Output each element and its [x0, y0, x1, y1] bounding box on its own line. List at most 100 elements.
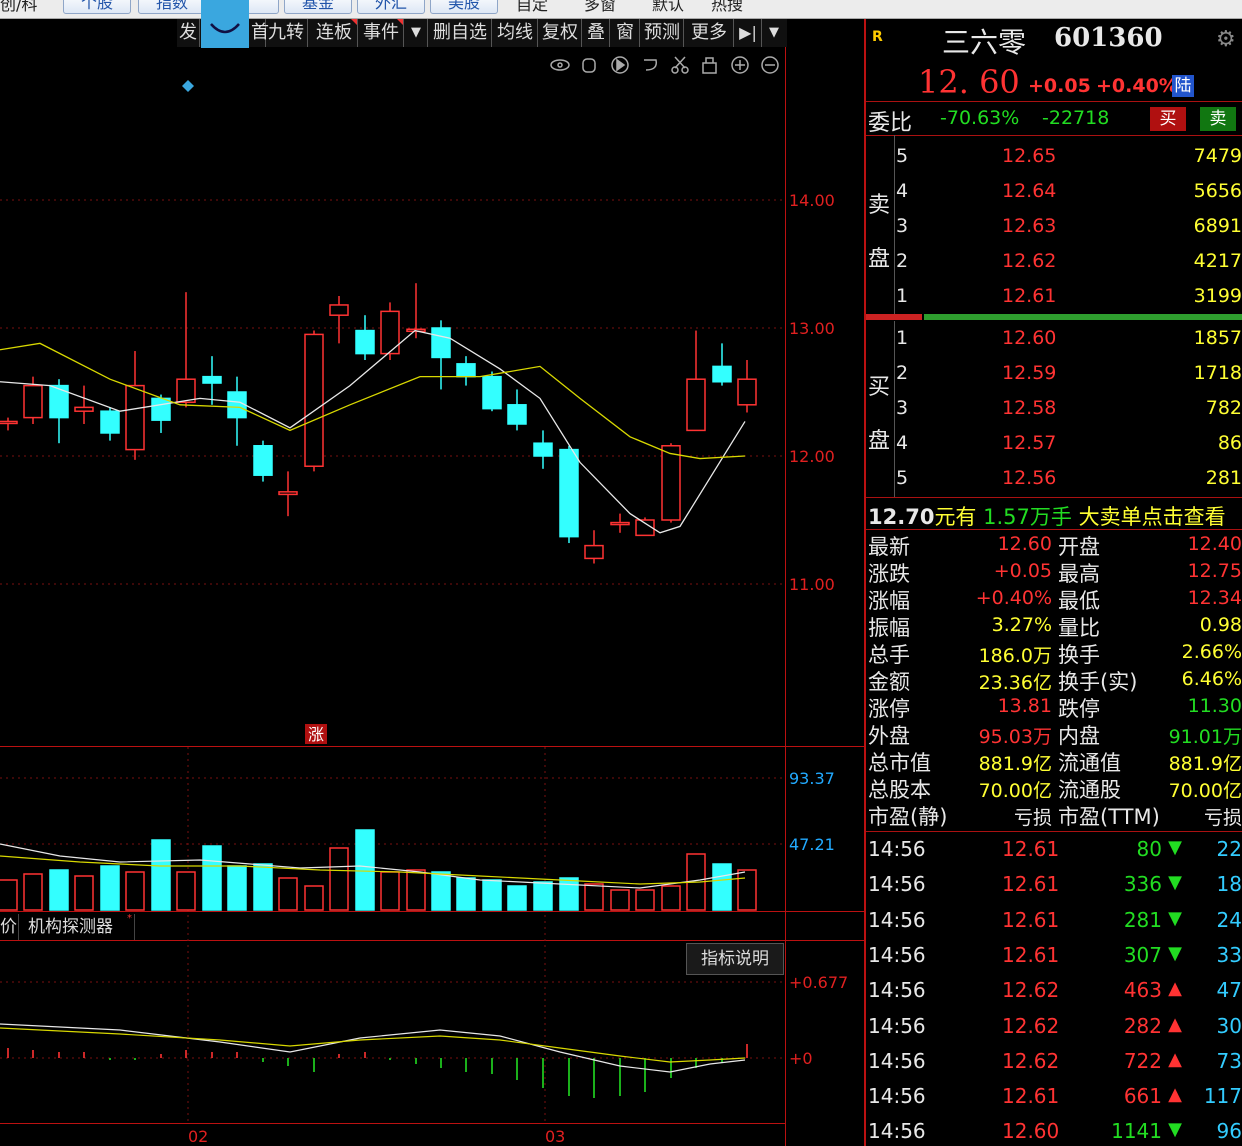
stat-label2-8: 流通值	[1058, 751, 1121, 775]
sell-button[interactable]: 卖	[1200, 107, 1236, 131]
macd-tick-zero: +0	[789, 1049, 813, 1068]
smile-app-icon[interactable]	[201, 0, 249, 48]
candle-body	[202, 375, 222, 384]
tick-volume: 463	[1123, 978, 1162, 1003]
candle-body	[584, 544, 604, 560]
price-tick-13: 13.00	[789, 319, 835, 338]
sell-volume-5: 7479	[1193, 145, 1242, 167]
stat-value2-7: 91.01万	[1168, 726, 1242, 748]
arrow-up-icon: ▲	[1168, 1048, 1182, 1070]
indicator-help-button[interactable]: 指标说明	[686, 943, 784, 975]
tick-time: 14:56	[868, 872, 926, 897]
volume-bar	[100, 865, 120, 911]
bid-ask-ratio-green	[924, 314, 1242, 320]
stat-label-0: 最新	[868, 535, 910, 559]
buy-side-label-1: 买	[868, 375, 891, 400]
stat-label-9: 总股本	[868, 778, 931, 802]
stat-value-7: 95.03万	[978, 726, 1052, 748]
stat-label-5: 金额	[868, 670, 910, 694]
stat-label2-5: 换手(实)	[1058, 670, 1138, 694]
volume-bar	[253, 863, 273, 911]
volume-tick-mid: 47.21	[789, 835, 835, 854]
zoom-in-icon[interactable]	[731, 56, 749, 74]
sell-level-3: 3	[896, 215, 909, 237]
tick-price: 12.61	[1002, 872, 1060, 897]
volume-bar	[329, 847, 349, 911]
tick-time: 14:56	[868, 942, 926, 967]
stat-label-10: 市盈(静)	[868, 805, 948, 829]
macd-dea-line	[0, 1027, 746, 1063]
arrow-down-icon: ▼	[1168, 1119, 1182, 1141]
arrow-up-icon: ▲	[1168, 1084, 1182, 1106]
candle-body	[737, 378, 757, 406]
tick-volume: 1141	[1111, 1119, 1162, 1144]
arrow-down-icon: ▼	[1168, 837, 1182, 858]
sell-level-1: 1	[896, 285, 909, 307]
candle-body	[176, 378, 196, 403]
tick-count: 24	[1216, 907, 1242, 932]
stat-value2-8: 881.9亿	[1168, 753, 1242, 775]
stat-value2-5: 6.46%	[1181, 668, 1242, 690]
candle-body	[304, 333, 324, 467]
candle-body	[278, 491, 298, 496]
volume-bar	[482, 879, 502, 911]
tick-count: 22	[1216, 837, 1242, 861]
indicator-tab-price[interactable]: 价	[0, 914, 19, 940]
gear-icon[interactable]: ⚙	[1216, 27, 1236, 52]
volume-bar	[202, 845, 222, 911]
stat-value-0: 12.60	[997, 533, 1052, 555]
arrow-up-icon: ▲	[1168, 1013, 1182, 1035]
scissors-icon[interactable]	[671, 56, 689, 74]
stat-value2-10: 亏损	[1203, 807, 1242, 829]
indicator-tab-institution-detector[interactable]: 机构探测器 *	[22, 914, 135, 940]
candle-body	[533, 442, 553, 457]
tick-volume: 722	[1123, 1048, 1162, 1073]
stock-change-pct: +0.40%	[1096, 75, 1178, 97]
event-diamond-marker[interactable]	[182, 80, 194, 92]
candle-body	[355, 329, 375, 355]
tick-volume: 281	[1123, 907, 1162, 932]
stat-value2-6: 11.30	[1187, 695, 1242, 717]
price-tick-12: 12.00	[789, 447, 835, 466]
stat-value-3: 3.27%	[991, 614, 1052, 636]
sell-price-3: 12.63	[1002, 215, 1057, 237]
date-tick-02: 02	[188, 1127, 208, 1146]
quote-panel: R 三六零 601360 ⚙ 12. 60 +0.05 +0.40% 陆 委比 …	[864, 19, 1242, 1146]
volume-bar	[227, 865, 247, 911]
hand-pan-icon[interactable]	[582, 58, 596, 73]
volume-bar	[176, 871, 196, 911]
candle-body	[74, 406, 94, 412]
stat-value-9: 70.00亿	[978, 780, 1052, 802]
volume-bar	[0, 879, 18, 911]
sell-price-1: 12.61	[1002, 285, 1057, 307]
undo-icon[interactable]	[644, 59, 658, 71]
bid-ask-ratio-red	[866, 314, 922, 320]
buy-side-label-2: 盘	[868, 429, 891, 454]
candle-body	[610, 521, 630, 526]
candle-body	[227, 391, 247, 419]
volume-bar	[431, 871, 451, 911]
big-order-banner[interactable]: 12.70元有 1.57万手 大卖单点击查看	[868, 501, 1226, 531]
lock-icon[interactable]	[702, 57, 717, 74]
play-icon[interactable]	[611, 56, 629, 74]
zoom-out-icon[interactable]	[761, 56, 779, 74]
stat-label2-6: 跌停	[1058, 697, 1100, 721]
volume-bar	[533, 881, 553, 911]
tick-time: 14:56	[868, 907, 926, 932]
stock-name: 三六零	[942, 26, 1027, 59]
volume-bar	[456, 877, 476, 911]
tick-count: 117	[1203, 1084, 1242, 1109]
buy-price-4: 12.57	[1002, 432, 1057, 454]
volume-bar	[125, 871, 145, 911]
buy-level-3: 3	[896, 397, 909, 419]
stat-label-7: 外盘	[868, 724, 910, 748]
buy-button[interactable]: 买	[1150, 107, 1186, 131]
price-tick-14: 14.00	[789, 191, 835, 210]
market-connect-badge: 陆	[1172, 75, 1194, 97]
volume-bar	[737, 869, 757, 911]
sell-volume-1: 3199	[1193, 285, 1242, 307]
eye-icon[interactable]	[550, 59, 570, 71]
stat-label2-4: 换手	[1058, 643, 1100, 667]
stat-label-3: 振幅	[868, 616, 910, 640]
tick-count: 47	[1216, 978, 1242, 1003]
